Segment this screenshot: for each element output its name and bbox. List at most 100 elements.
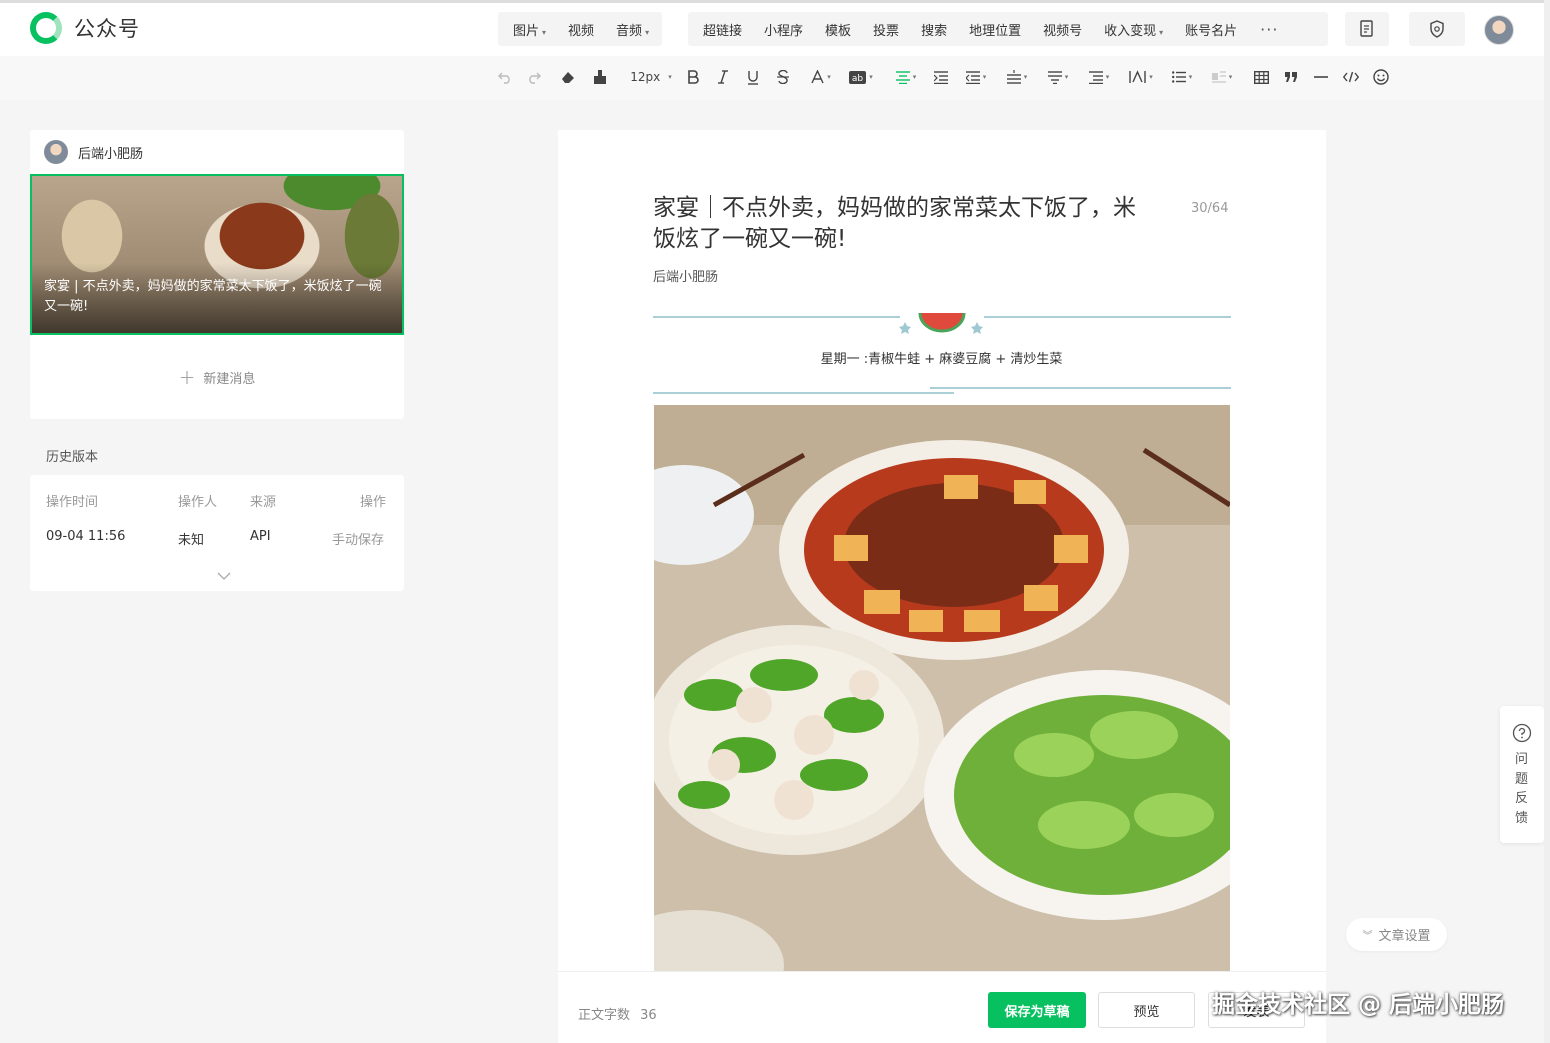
feature-menu-item-5[interactable]: 地理位置 <box>958 20 1032 39</box>
feature-menu-item-8[interactable]: 账号名片 <box>1174 20 1248 39</box>
preview-button[interactable]: 预览 <box>1098 992 1195 1028</box>
indent-icon <box>934 70 948 84</box>
table-icon <box>1253 70 1269 84</box>
insert-menu-item-label: 视频 <box>568 23 595 39</box>
feature-menu-item-3[interactable]: 投票 <box>862 20 910 39</box>
line-height-icon <box>1047 70 1062 84</box>
article-food-image[interactable] <box>654 405 1230 971</box>
feature-menu-item-label: 超链接 <box>703 23 743 39</box>
font-size-select[interactable]: 12px ▾ <box>626 66 676 88</box>
insert-menu-item-label: 音频 <box>616 23 643 39</box>
align-center-icon <box>895 70 910 84</box>
dropdown-caret-icon: ▾ <box>645 27 650 37</box>
italic-icon <box>718 70 728 84</box>
history-header-operator: 操作人 <box>178 495 218 510</box>
insert-menu-item-1[interactable]: 视频 <box>557 20 605 39</box>
underline-button[interactable] <box>744 66 762 88</box>
paragraph-spacing-button[interactable]: ▾ <box>1003 66 1031 88</box>
article-day-line[interactable]: 星期一 :青椒牛蛙 + 麻婆豆腐 + 清炒生菜 <box>653 348 1230 367</box>
history-header-time: 操作时间 <box>46 495 99 510</box>
article-list-button[interactable] <box>1345 12 1389 46</box>
article-title-input[interactable]: 家宴｜不点外卖，妈妈做的家常菜太下饭了，米饭炫了一碗又一碗! <box>653 193 1153 255</box>
letter-spacing-button[interactable]: ▾ <box>1085 66 1113 88</box>
dropdown-caret-icon: ▾ <box>1159 27 1164 37</box>
clear-format-button[interactable] <box>558 66 578 88</box>
article-author-input[interactable]: 后端小肥肠 <box>653 266 718 285</box>
insert-menu-item-0[interactable]: 图片 ▾ <box>502 20 557 39</box>
feature-menu-item-0[interactable]: 超链接 <box>692 20 753 39</box>
format-painter-button[interactable] <box>590 66 610 88</box>
new-message-button[interactable]: + 新建消息 <box>30 335 404 419</box>
article-settings-label: 文章设置 <box>1378 929 1431 944</box>
indent-button[interactable] <box>932 66 950 88</box>
feature-menu-item-label: 搜索 <box>921 23 948 39</box>
font-color-button[interactable]: ▾ <box>806 66 836 88</box>
insert-menu-item-label: 图片 <box>513 23 540 39</box>
redo-button[interactable] <box>524 66 544 88</box>
feature-menu-item-7[interactable]: 收入变现 ▾ <box>1093 20 1174 39</box>
feature-menu-item-4[interactable]: 搜索 <box>910 20 958 39</box>
line-height-button[interactable]: ▾ <box>1044 66 1072 88</box>
top-bar: 公众号 图片 ▾ 视频 音频 ▾ 超链接 小程序 模板 投票 搜索 地理位置 视频号 收入变现 ▾ 账号名… <box>0 0 1550 56</box>
feature-menu-item-label: 小程序 <box>764 23 804 39</box>
expand-history-button[interactable] <box>217 566 231 585</box>
article-cover[interactable]: 家宴 | 不点外卖，妈妈做的家常菜太下饭了，米饭炫了一碗又一碗! <box>30 174 404 335</box>
underline-icon <box>748 70 758 85</box>
word-count-label: 正文字数 <box>578 1008 631 1023</box>
decorative-divider-top <box>653 312 1231 334</box>
list-button[interactable]: ▾ <box>1168 66 1196 88</box>
quote-button[interactable] <box>1282 66 1300 88</box>
security-button[interactable] <box>1409 12 1465 46</box>
article-settings-button[interactable]: ︾ 文章设置 <box>1346 918 1447 951</box>
text-case-button[interactable]: ▾ <box>1126 66 1156 88</box>
feature-menu-item-label: 视频号 <box>1043 23 1083 39</box>
history-header-source: 来源 <box>250 495 277 510</box>
feature-menu-item-label: 模板 <box>825 23 852 39</box>
draft-author-row: 后端小肥肠 <box>44 140 143 164</box>
background-color-button[interactable]: ab ▾ <box>845 66 877 88</box>
strikethrough-button[interactable] <box>774 66 792 88</box>
outdent-button[interactable]: ▾ <box>962 66 990 88</box>
paint-brush-icon <box>594 70 606 84</box>
history-row-action[interactable]: 手动保存 <box>332 529 384 548</box>
table-button[interactable] <box>1252 66 1270 88</box>
cover-title: 家宴 | 不点外卖，妈妈做的家常菜太下饭了，米饭炫了一碗又一碗! <box>44 279 382 314</box>
chevron-down-icon <box>217 572 231 580</box>
outdent-icon <box>965 70 980 84</box>
divider-button[interactable] <box>1312 66 1330 88</box>
letter-spacing-icon <box>1088 70 1103 84</box>
more-menu-button[interactable]: ··· <box>1248 20 1290 39</box>
dropdown-caret-icon: ▾ <box>542 27 547 37</box>
feature-menu-item-label: 账号名片 <box>1185 23 1238 39</box>
save-draft-button[interactable]: 保存为草稿 <box>988 992 1086 1028</box>
history-title: 历史版本 <box>46 450 99 465</box>
font-size-value: 12px <box>630 70 661 84</box>
emoji-icon <box>1373 69 1389 85</box>
text-width-icon <box>1129 70 1146 83</box>
insert-menu-item-2[interactable]: 音频 ▾ <box>605 20 660 39</box>
word-count-value: 36 <box>640 1008 657 1023</box>
image-float-icon <box>1211 71 1226 83</box>
history-row-time: 09-04 11:56 <box>46 529 126 544</box>
history-row-source: API <box>250 529 271 544</box>
italic-button[interactable] <box>714 66 732 88</box>
horizontal-rule-icon <box>1314 76 1328 78</box>
user-avatar[interactable] <box>1484 15 1514 45</box>
paragraph-spacing-icon <box>1006 70 1021 84</box>
feedback-panel[interactable]: 问题反馈 <box>1500 706 1544 843</box>
align-center-button[interactable]: ▾ <box>892 66 920 88</box>
feature-menu-item-1[interactable]: 小程序 <box>753 20 814 39</box>
feature-menu-item-6[interactable]: 视频号 <box>1032 20 1093 39</box>
feedback-label: 问题反馈 <box>1515 752 1529 826</box>
feature-menu-item-label: 投票 <box>873 23 900 39</box>
bold-button[interactable] <box>684 66 702 88</box>
decorative-divider-bottom <box>653 387 1231 394</box>
app-logo[interactable]: 公众号 <box>30 12 140 44</box>
float-button[interactable]: ▾ <box>1208 66 1236 88</box>
code-button[interactable] <box>1342 66 1360 88</box>
emoji-button[interactable] <box>1372 66 1390 88</box>
app-name: 公众号 <box>74 17 140 41</box>
feature-menu-item-2[interactable]: 模板 <box>814 20 862 39</box>
undo-button[interactable] <box>495 66 515 88</box>
page-scrollbar[interactable] <box>1544 0 1550 1043</box>
